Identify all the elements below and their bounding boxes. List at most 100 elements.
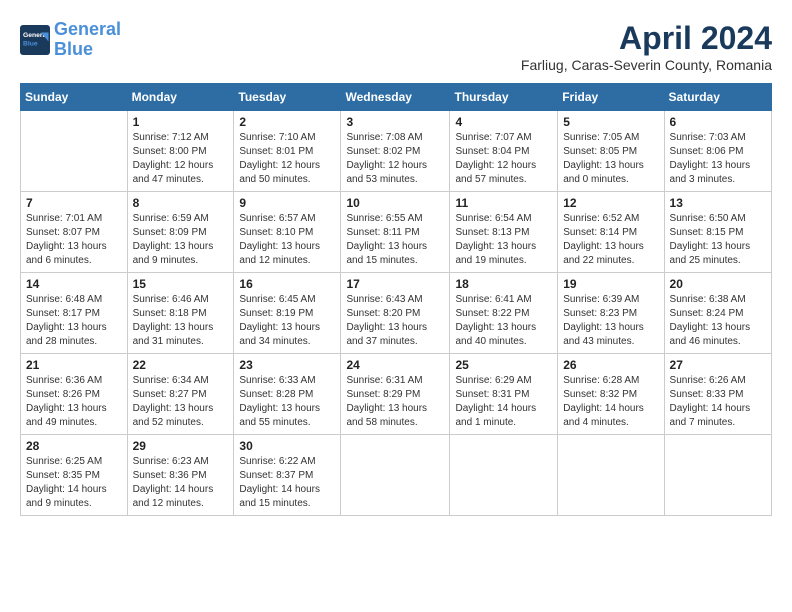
day-number: 22 [133, 358, 229, 372]
calendar-cell: 19 Sunrise: 6:39 AM Sunset: 8:23 PM Dayli… [558, 273, 664, 354]
day-number: 19 [563, 277, 658, 291]
weekday-header-sunday: Sunday [21, 84, 128, 111]
subtitle: Farliug, Caras-Severin County, Romania [521, 57, 772, 73]
calendar-cell: 11 Sunrise: 6:54 AM Sunset: 8:13 PM Dayli… [450, 192, 558, 273]
day-number: 4 [455, 115, 552, 129]
cell-content: Sunrise: 6:34 AM Sunset: 8:27 PM Dayligh… [133, 374, 229, 430]
calendar-cell [558, 435, 664, 516]
day-number: 6 [670, 115, 766, 129]
weekday-header-wednesday: Wednesday [341, 84, 450, 111]
title-area: April 2024 Farliug, Caras-Severin County… [521, 20, 772, 73]
cell-content: Sunrise: 6:57 AM Sunset: 8:10 PM Dayligh… [239, 212, 335, 268]
logo-blue: Blue [54, 39, 93, 59]
day-number: 8 [133, 196, 229, 210]
day-number: 17 [346, 277, 444, 291]
calendar-cell: 8 Sunrise: 6:59 AM Sunset: 8:09 PM Daylig… [127, 192, 234, 273]
calendar-cell: 15 Sunrise: 6:46 AM Sunset: 8:18 PM Dayli… [127, 273, 234, 354]
cell-content: Sunrise: 6:41 AM Sunset: 8:22 PM Dayligh… [455, 293, 552, 349]
calendar-cell: 5Sunrise: 7:05 AM Sunset: 8:05 PM Daylig… [558, 111, 664, 192]
day-number: 23 [239, 358, 335, 372]
day-number: 28 [26, 439, 122, 453]
day-number: 26 [563, 358, 658, 372]
main-title: April 2024 [521, 20, 772, 57]
calendar-cell: 27 Sunrise: 6:26 AM Sunset: 8:33 PM Dayli… [664, 354, 771, 435]
cell-content: Sunrise: 6:36 AM Sunset: 8:26 PM Dayligh… [26, 374, 122, 430]
calendar-cell: 29Sunrise: 6:23 AM Sunset: 8:36 PM Dayli… [127, 435, 234, 516]
day-number: 25 [455, 358, 552, 372]
calendar-cell [21, 111, 128, 192]
logo-general: General [54, 19, 121, 39]
calendar-table: SundayMondayTuesdayWednesdayThursdayFrid… [20, 83, 772, 516]
cell-content: Sunrise: 7:12 AM Sunset: 8:00 PM Dayligh… [133, 131, 229, 187]
day-number: 3 [346, 115, 444, 129]
day-number: 18 [455, 277, 552, 291]
cell-content: Sunrise: 6:25 AM Sunset: 8:35 PM Dayligh… [26, 455, 122, 511]
cell-content: Sunrise: 6:31 AM Sunset: 8:29 PM Dayligh… [346, 374, 444, 430]
cell-content: Sunrise: 6:54 AM Sunset: 8:13 PM Dayligh… [455, 212, 552, 268]
calendar-cell: 22 Sunrise: 6:34 AM Sunset: 8:27 PM Dayli… [127, 354, 234, 435]
cell-content: Sunrise: 6:39 AM Sunset: 8:23 PM Dayligh… [563, 293, 658, 349]
day-number: 27 [670, 358, 766, 372]
day-number: 30 [239, 439, 335, 453]
day-number: 29 [133, 439, 229, 453]
calendar-cell: 14 Sunrise: 6:48 AM Sunset: 8:17 PM Dayli… [21, 273, 128, 354]
day-number: 11 [455, 196, 552, 210]
calendar-cell: 17 Sunrise: 6:43 AM Sunset: 8:20 PM Dayli… [341, 273, 450, 354]
calendar-cell: 1 Sunrise: 7:12 AM Sunset: 8:00 PM Daylig… [127, 111, 234, 192]
cell-content: Sunrise: 6:55 AM Sunset: 8:11 PM Dayligh… [346, 212, 444, 268]
day-number: 10 [346, 196, 444, 210]
weekday-header-thursday: Thursday [450, 84, 558, 111]
week-row-5: 28 Sunrise: 6:25 AM Sunset: 8:35 PM Dayli… [21, 435, 772, 516]
calendar-cell: 30 Sunrise: 6:22 AM Sunset: 8:37 PM Dayli… [234, 435, 341, 516]
calendar-cell [450, 435, 558, 516]
calendar-cell [664, 435, 771, 516]
cell-content: Sunrise: 7:10 AM Sunset: 8:01 PM Dayligh… [239, 131, 335, 187]
day-number: 2 [239, 115, 335, 129]
cell-content: Sunrise: 7:07 AM Sunset: 8:04 PM Dayligh… [455, 131, 552, 187]
logo-text: General Blue [54, 20, 121, 60]
calendar-cell: 20Sunrise: 6:38 AM Sunset: 8:24 PM Dayli… [664, 273, 771, 354]
week-row-1: 1 Sunrise: 7:12 AM Sunset: 8:00 PM Daylig… [21, 111, 772, 192]
day-number: 1 [133, 115, 229, 129]
calendar-cell: 13 Sunrise: 6:50 AM Sunset: 8:15 PM Dayli… [664, 192, 771, 273]
calendar-cell: 18 Sunrise: 6:41 AM Sunset: 8:22 PM Dayli… [450, 273, 558, 354]
cell-content: Sunrise: 6:26 AM Sunset: 8:33 PM Dayligh… [670, 374, 766, 430]
cell-content: Sunrise: 6:22 AM Sunset: 8:37 PM Dayligh… [239, 455, 335, 511]
cell-content: Sunrise: 6:28 AM Sunset: 8:32 PM Dayligh… [563, 374, 658, 430]
logo: General Blue General Blue [20, 20, 121, 60]
week-row-2: 7 Sunrise: 7:01 AM Sunset: 8:07 PM Daylig… [21, 192, 772, 273]
calendar-cell: 12Sunrise: 6:52 AM Sunset: 8:14 PM Dayli… [558, 192, 664, 273]
cell-content: Sunrise: 7:05 AM Sunset: 8:05 PM Dayligh… [563, 131, 658, 187]
day-number: 14 [26, 277, 122, 291]
day-number: 21 [26, 358, 122, 372]
calendar-cell: 10 Sunrise: 6:55 AM Sunset: 8:11 PM Dayli… [341, 192, 450, 273]
day-number: 16 [239, 277, 335, 291]
cell-content: Sunrise: 6:48 AM Sunset: 8:17 PM Dayligh… [26, 293, 122, 349]
week-row-4: 21 Sunrise: 6:36 AM Sunset: 8:26 PM Dayli… [21, 354, 772, 435]
cell-content: Sunrise: 6:59 AM Sunset: 8:09 PM Dayligh… [133, 212, 229, 268]
day-number: 15 [133, 277, 229, 291]
calendar-cell: 24 Sunrise: 6:31 AM Sunset: 8:29 PM Dayli… [341, 354, 450, 435]
calendar-cell: 26 Sunrise: 6:28 AM Sunset: 8:32 PM Dayli… [558, 354, 664, 435]
day-number: 13 [670, 196, 766, 210]
cell-content: Sunrise: 6:46 AM Sunset: 8:18 PM Dayligh… [133, 293, 229, 349]
cell-content: Sunrise: 6:33 AM Sunset: 8:28 PM Dayligh… [239, 374, 335, 430]
weekday-header-friday: Friday [558, 84, 664, 111]
weekday-header-tuesday: Tuesday [234, 84, 341, 111]
logo-icon: General Blue [20, 25, 50, 55]
calendar-cell: 16Sunrise: 6:45 AM Sunset: 8:19 PM Dayli… [234, 273, 341, 354]
cell-content: Sunrise: 6:43 AM Sunset: 8:20 PM Dayligh… [346, 293, 444, 349]
cell-content: Sunrise: 7:01 AM Sunset: 8:07 PM Dayligh… [26, 212, 122, 268]
cell-content: Sunrise: 6:29 AM Sunset: 8:31 PM Dayligh… [455, 374, 552, 430]
day-number: 7 [26, 196, 122, 210]
calendar-cell: 28 Sunrise: 6:25 AM Sunset: 8:35 PM Dayli… [21, 435, 128, 516]
calendar-cell: 4 Sunrise: 7:07 AM Sunset: 8:04 PM Daylig… [450, 111, 558, 192]
cell-content: Sunrise: 6:50 AM Sunset: 8:15 PM Dayligh… [670, 212, 766, 268]
calendar-cell: 9Sunrise: 6:57 AM Sunset: 8:10 PM Daylig… [234, 192, 341, 273]
calendar-cell: 6Sunrise: 7:03 AM Sunset: 8:06 PM Daylig… [664, 111, 771, 192]
calendar-cell: 2 Sunrise: 7:10 AM Sunset: 8:01 PM Daylig… [234, 111, 341, 192]
day-number: 12 [563, 196, 658, 210]
day-number: 24 [346, 358, 444, 372]
calendar-cell: 25 Sunrise: 6:29 AM Sunset: 8:31 PM Dayli… [450, 354, 558, 435]
svg-text:Blue: Blue [23, 40, 38, 47]
